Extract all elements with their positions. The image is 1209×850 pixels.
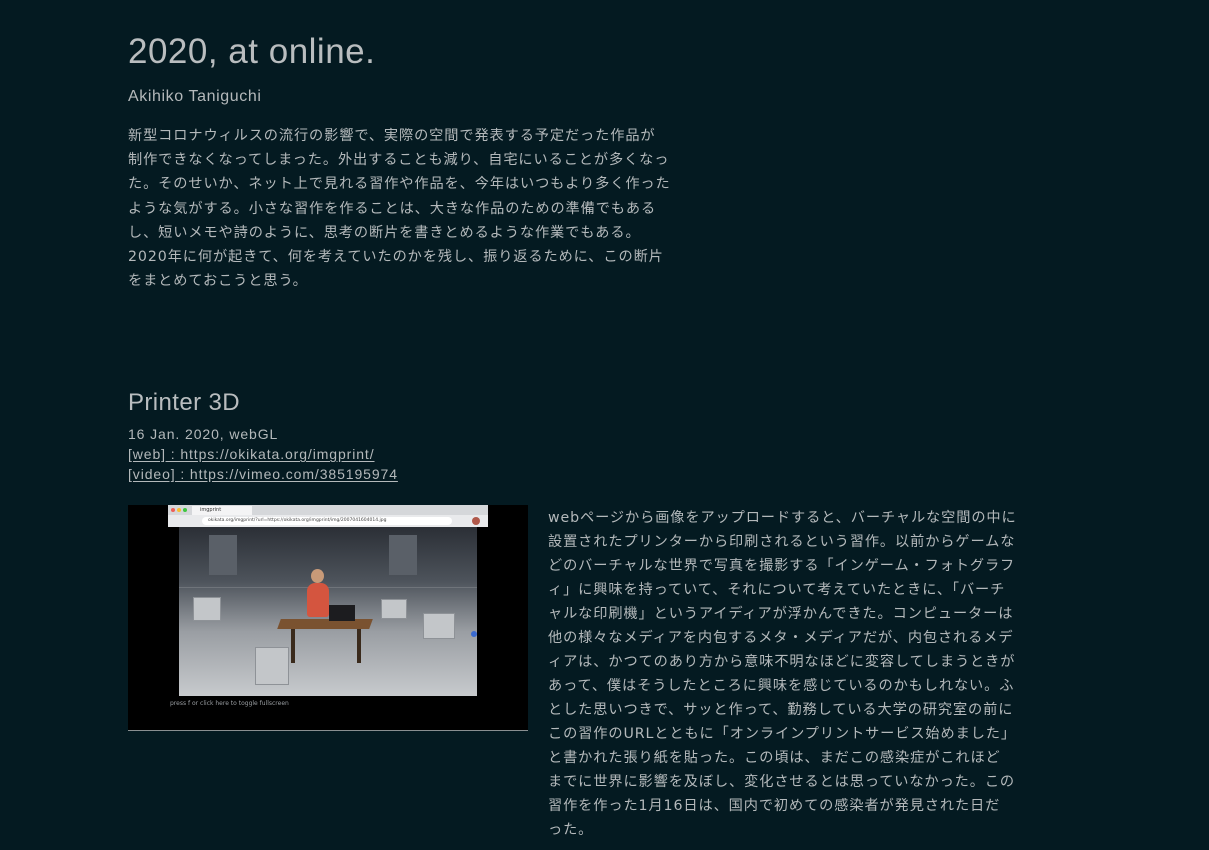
web-link[interactable]: [web] : https://okikata.org/imgprint/	[128, 444, 1068, 464]
intro-line: し、短いメモや詩のように、思考の断片を書きとめるような作業でもある。	[128, 224, 641, 241]
description-line: とした思いつきで、サッと作って、勤務している大学の研究室の前に	[548, 702, 1014, 718]
fullscreen-hint: press f or click here to toggle fullscre…	[170, 700, 289, 707]
scene-person-head	[311, 569, 324, 583]
scene-desk	[277, 619, 373, 629]
scene-light	[471, 631, 477, 637]
page-header: 2020, at online. Akihiko Taniguchi 新型コロナ…	[128, 30, 748, 293]
description-line: ィ」に興味を持っていて、それについて考えていたときに、「バーチ	[548, 582, 1006, 598]
virtual-office-scene	[179, 527, 477, 696]
scene-cabinet	[193, 597, 221, 621]
close-dot-icon	[171, 508, 175, 512]
work-thumbnail[interactable]: imgprint okikata.org/imgprint/?url=https…	[128, 505, 528, 731]
work-meta: 16 Jan. 2020, webGL [web] : https://okik…	[128, 424, 1068, 484]
scene-cabinet	[381, 599, 407, 619]
scene-window	[389, 535, 417, 575]
intro-line: た。そのせいか、ネット上で見れる習作や作品を、今年はいつもより多く作った	[128, 176, 671, 193]
intro-line: 新型コロナウィルスの流行の影響で、実際の空間で発表する予定だった作品が	[128, 128, 656, 144]
scene-cabinet	[255, 647, 289, 685]
description-line: あって、僕はそうしたところに興味を感じているのかもしれない。ふ	[548, 678, 1015, 694]
author-name: Akihiko Taniguchi	[128, 88, 262, 105]
description-line: までに世界に影響を及ぼし、変化させるとは思っていなかった。この	[548, 774, 1016, 790]
intro-line: ような気がする。小さな習作を作ることは、大きな作品のための準備でもある	[128, 200, 657, 217]
scene-desk-leg	[357, 629, 361, 663]
work-description: webページから画像をアップロードすると、バーチャルな空間の中に 設置されたプリ…	[548, 506, 1068, 842]
intro-line: 2020年に何が起きて、何を考えていたのかを残し、振り返るために、この断片	[128, 249, 664, 266]
page: 2020, at online. Akihiko Taniguchi 新型コロナ…	[0, 0, 1209, 850]
video-link[interactable]: [video] : https://vimeo.com/385195974	[128, 464, 1068, 484]
description-line: ャルな印刷機」というアイディアが浮かんできた。コンピューターは	[548, 606, 1014, 622]
maximize-dot-icon	[183, 508, 187, 512]
description-line: この習作のURLとともに「オンラインプリントサービス始めました」	[548, 726, 1016, 742]
description-line: ィアは、かつてのあり方から意味不明なほどに変容してしまうときが	[548, 654, 1016, 670]
work-media-row: imgprint okikata.org/imgprint/?url=https…	[128, 505, 1068, 845]
printer-icon	[329, 605, 355, 621]
browser-url-bar: okikata.org/imgprint/?url=https://okikat…	[202, 517, 452, 525]
scene-person	[307, 583, 329, 617]
scene-desk-leg	[291, 629, 295, 663]
description-line: と書かれた張り紙を貼った。この頃は、まだこの感染症がこれほど	[548, 750, 1001, 766]
intro-line: 制作できなくなってしまった。外出することも減り、自宅にいることが多くなっ	[128, 152, 670, 169]
scene-cabinet	[423, 613, 455, 639]
intro-line: をまとめておこうと思う。	[128, 273, 308, 290]
browser-chrome: imgprint okikata.org/imgprint/?url=https…	[168, 505, 488, 527]
scene-window	[209, 535, 237, 575]
description-line: 習作を作った1月16日は、国内で初めての感染者が発見された日だ	[548, 798, 1001, 814]
description-line: webページから画像をアップロードすると、バーチャルな空間の中に	[548, 510, 1017, 526]
avatar	[472, 517, 480, 525]
page-title: 2020, at online.	[128, 32, 376, 71]
browser-tabbar: imgprint	[168, 505, 488, 515]
description-line: った。	[548, 822, 594, 838]
work-date-medium: 16 Jan. 2020, webGL	[128, 426, 279, 442]
intro-text: 新型コロナウィルスの流行の影響で、実際の空間で発表する予定だった作品が 制作でき…	[128, 124, 748, 293]
minimize-dot-icon	[177, 508, 181, 512]
work-title: Printer 3D	[128, 389, 241, 416]
description-line: どのバーチャルな世界で写真を撮影する「インゲーム・フォトグラフ	[548, 558, 1016, 574]
description-line: 設置されたプリンターから印刷されるという習作。以前からゲームな	[548, 534, 1016, 550]
browser-tab: imgprint	[192, 506, 252, 515]
work-entry: Printer 3D 16 Jan. 2020, webGL [web] : h…	[128, 388, 1068, 845]
description-line: 他の様々なメディアを内包するメタ・メディアだが、内包されるメデ	[548, 630, 1014, 646]
